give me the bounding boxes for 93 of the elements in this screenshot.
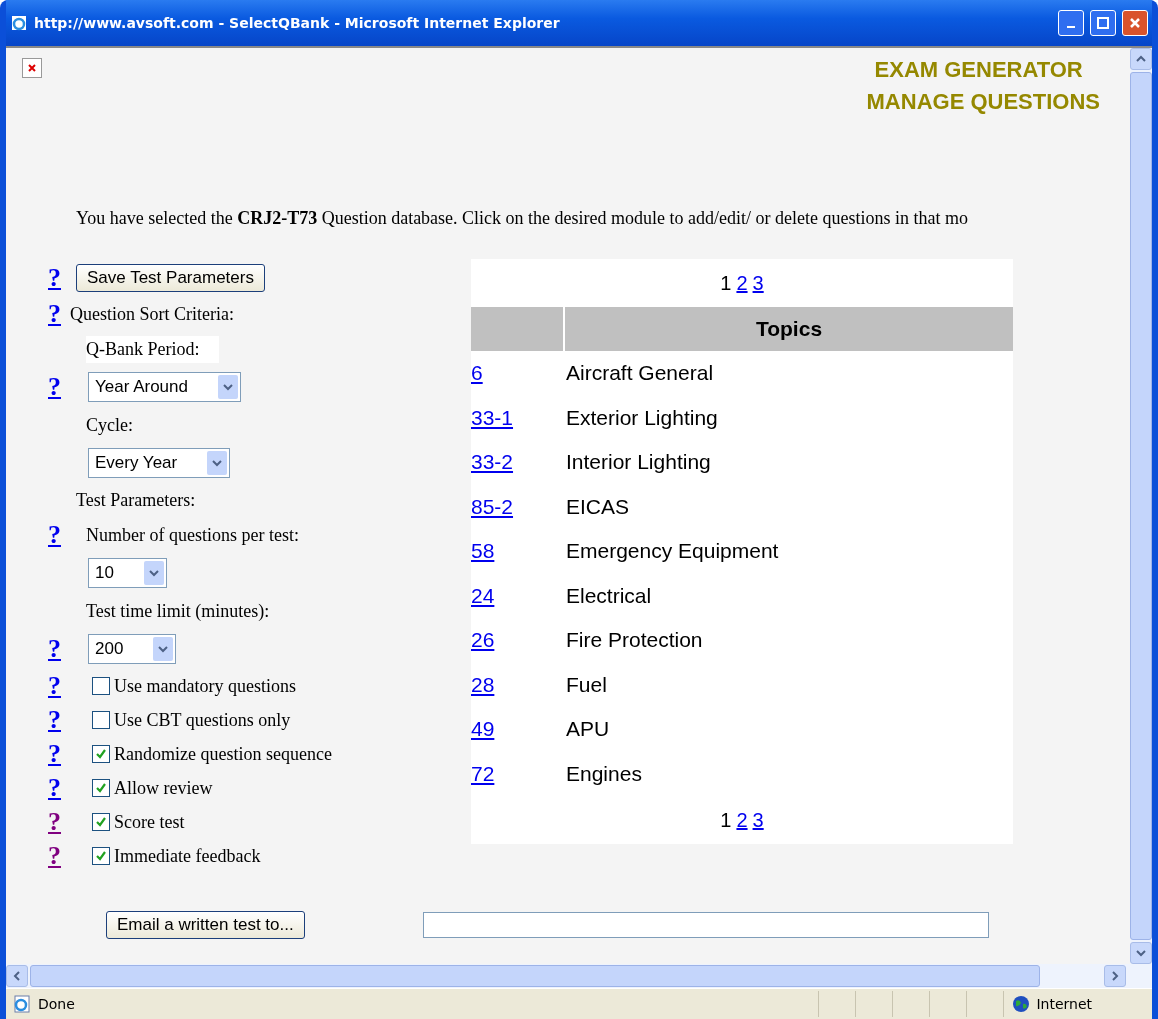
page-link[interactable]: 2 (736, 808, 748, 832)
globe-icon (1012, 995, 1031, 1013)
topic-name: Aircraft General (566, 361, 714, 386)
column-header: Topics (565, 307, 1013, 351)
chevron-icon (158, 645, 169, 653)
field-label: Test time limit (minutes): (86, 600, 270, 622)
help-link[interactable]: ? (48, 265, 61, 291)
help-link[interactable]: ? (48, 522, 61, 548)
page-heading: EXAM GENERATOR (874, 56, 1083, 84)
module-link[interactable]: 28 (471, 672, 566, 697)
dropdown[interactable]: 200 (88, 634, 177, 664)
help-link[interactable]: ? (48, 843, 61, 869)
module-link[interactable]: 24 (471, 583, 566, 608)
dropdown[interactable]: Year Around (88, 372, 241, 402)
topic-name: Fuel (566, 672, 607, 697)
help-link[interactable]: ? (48, 707, 61, 733)
module-link[interactable]: 72 (471, 761, 566, 786)
maximize-icon (1097, 17, 1109, 29)
chevron-icon (1136, 55, 1146, 63)
checkbox[interactable] (92, 745, 110, 763)
topic-name: Emergency Equipment (566, 539, 779, 564)
checkbox[interactable] (92, 711, 110, 729)
topic-name: Exterior Lighting (566, 405, 718, 430)
status-text: Done (37, 996, 76, 1012)
checkbox-label: Use CBT questions only (114, 709, 291, 731)
email-field[interactable] (422, 912, 989, 938)
email-button[interactable]: Email a written test to... (106, 911, 305, 939)
browser-icon (10, 14, 28, 32)
horizontal-scrollbar[interactable] (6, 964, 1152, 988)
module-link[interactable]: 6 (471, 361, 566, 386)
check-icon (95, 850, 107, 862)
topic-name: Fire Protection (566, 628, 703, 653)
topic-name: Engines (566, 761, 642, 786)
page-heading: MANAGE QUESTIONS (866, 88, 1100, 116)
module-link[interactable]: 33-1 (471, 405, 566, 430)
field-label: Q-Bank Period: (86, 335, 220, 363)
check-icon (95, 816, 107, 828)
minimize-button[interactable] (1058, 10, 1084, 36)
checkbox[interactable] (92, 677, 110, 695)
checkbox-label: Allow review (114, 777, 213, 799)
section-heading: Test Parameters: (76, 489, 196, 511)
vertical-scrollbar[interactable] (1130, 48, 1152, 964)
chevron-icon (222, 383, 233, 391)
help-link[interactable]: ? (48, 374, 61, 400)
check-icon (95, 748, 107, 760)
module-link[interactable]: 49 (471, 717, 566, 742)
chevron-icon (13, 971, 21, 981)
page-link[interactable]: 1 (720, 271, 732, 295)
check-icon (95, 782, 107, 794)
checkbox[interactable] (92, 779, 110, 797)
module-link[interactable]: 26 (471, 628, 566, 653)
field-label: Cycle: (86, 414, 133, 436)
dropdown[interactable]: 10 (88, 558, 167, 588)
chevron-icon (212, 459, 223, 467)
close-button[interactable] (1122, 10, 1148, 36)
topic-name: EICAS (566, 494, 630, 519)
intro-text: You have selected the CRJ2-T73 Question database. Click on the desired module to add/edit/ or delete questions in that mo (76, 208, 969, 229)
help-link[interactable]: ? (48, 775, 61, 801)
minimize-icon (1067, 26, 1075, 28)
checkbox-label: Score test (114, 811, 185, 833)
module-link[interactable]: 33-2 (471, 450, 566, 475)
checkbox[interactable] (92, 847, 110, 865)
window-title: http://www.avsoft.com - SelectQBank - Microsoft Internet Explorer (34, 15, 561, 31)
page-icon (12, 994, 32, 1014)
page-link[interactable]: 3 (752, 808, 764, 832)
dropdown[interactable]: Every Year (88, 448, 231, 478)
page-link[interactable]: 3 (752, 271, 764, 295)
help-link[interactable]: ? (48, 809, 61, 835)
checkbox-label: Immediate feedback (114, 845, 261, 867)
help-link[interactable]: ? (48, 301, 61, 327)
chevron-icon (148, 569, 159, 577)
page-link[interactable]: 2 (736, 271, 748, 295)
field-label: Number of questions per test: (86, 524, 299, 546)
help-link[interactable]: ? (48, 636, 61, 662)
section-heading: Question Sort Criteria: (70, 303, 234, 325)
help-link[interactable]: ? (48, 673, 61, 699)
module-link[interactable]: 58 (471, 539, 566, 564)
close-icon (1129, 17, 1141, 29)
topic-name: Electrical (566, 583, 652, 608)
broken-image-icon (22, 58, 42, 78)
page-link[interactable]: 1 (720, 808, 732, 832)
save-button[interactable]: Save Test Parameters (76, 264, 265, 292)
maximize-button[interactable] (1090, 10, 1116, 36)
topic-name: APU (566, 717, 610, 742)
topic-name: Interior Lighting (566, 450, 711, 475)
checkbox-label: Randomize question sequence (114, 743, 332, 765)
zone-text: Internet (1036, 996, 1092, 1012)
chevron-icon (1111, 971, 1119, 981)
chevron-icon (1136, 949, 1146, 957)
checkbox[interactable] (92, 813, 110, 831)
help-link[interactable]: ? (48, 741, 61, 767)
module-link[interactable]: 85-2 (471, 494, 566, 519)
checkbox-label: Use mandatory questions (114, 675, 296, 697)
